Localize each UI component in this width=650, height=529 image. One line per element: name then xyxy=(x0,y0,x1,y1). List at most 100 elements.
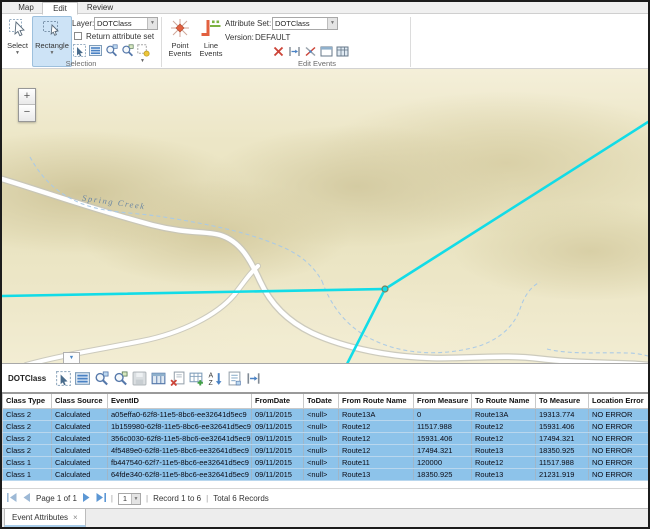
table-cell[interactable]: Calculated xyxy=(52,432,108,444)
table-cell[interactable]: <null> xyxy=(304,456,339,468)
table-cell[interactable]: Route13A xyxy=(472,408,536,420)
table-row[interactable]: Class 1Calculatedfb447540-62f7-11e5-8bc6… xyxy=(3,456,649,468)
table-cell[interactable]: Route13 xyxy=(339,468,414,480)
table-cell[interactable]: NO ERROR xyxy=(589,408,649,420)
table-cell[interactable]: Calculated xyxy=(52,468,108,480)
table-cell[interactable]: Calculated xyxy=(52,456,108,468)
column-header[interactable]: Location Error xyxy=(589,393,649,408)
tab-edit[interactable]: Edit xyxy=(42,2,78,15)
split-event-icon[interactable] xyxy=(288,45,301,60)
zoom-out-button[interactable]: − xyxy=(19,105,35,121)
table-cell[interactable]: 120000 xyxy=(414,456,472,468)
column-header[interactable]: EventID xyxy=(108,393,252,408)
table-row[interactable]: Class 2Calculated1b159980-62f8-11e5-8bc6… xyxy=(3,420,649,432)
page-number-dropdown[interactable]: 1 ▼ xyxy=(118,493,141,505)
table-cell[interactable]: 09/11/2015 xyxy=(252,420,304,432)
event-attributes-window-icon[interactable] xyxy=(320,45,333,60)
event-grid-window-icon[interactable] xyxy=(336,45,349,60)
zoom-in-button[interactable]: + xyxy=(19,89,35,105)
table-cell[interactable]: Route12 xyxy=(339,420,414,432)
table-cell[interactable]: <null> xyxy=(304,444,339,456)
table-cell[interactable]: Calculated xyxy=(52,408,108,420)
tab-review[interactable]: Review xyxy=(80,2,120,14)
table-cell[interactable]: Route12 xyxy=(472,432,536,444)
close-tab-icon[interactable]: × xyxy=(73,513,78,522)
line-events-button[interactable]: Line Events xyxy=(196,16,226,67)
table-cell[interactable]: Class 1 xyxy=(3,456,52,468)
table-cell[interactable]: NO ERROR xyxy=(589,420,649,432)
attribute-set-dropdown[interactable]: DOTClass ▼ xyxy=(272,17,338,30)
table-cell[interactable]: Route13 xyxy=(472,444,536,456)
column-header[interactable]: Class Type xyxy=(3,393,52,408)
table-row[interactable]: Class 2Calculated356c0030-62f8-11e5-8bc6… xyxy=(3,432,649,444)
merge-events-icon[interactable] xyxy=(304,45,317,60)
table-cell[interactable]: Class 2 xyxy=(3,420,52,432)
table-cell[interactable]: Calculated xyxy=(52,444,108,456)
clear-selection-icon[interactable] xyxy=(137,44,150,59)
table-cell[interactable]: NO ERROR xyxy=(589,432,649,444)
table-cell[interactable]: a05effa0-62f8-11e5-8bc6-ee32641d5ec9 xyxy=(108,408,252,420)
column-header[interactable]: ToDate xyxy=(304,393,339,408)
table-row[interactable]: Class 1Calculated64fde340-62f8-11e5-8bc6… xyxy=(3,468,649,480)
table-list-icon[interactable] xyxy=(75,371,90,386)
column-header[interactable]: From Measure xyxy=(414,393,472,408)
column-header[interactable]: From Route Name xyxy=(339,393,414,408)
table-cell[interactable]: NO ERROR xyxy=(589,456,649,468)
table-cell[interactable]: Class 2 xyxy=(3,432,52,444)
return-attribute-set-checkbox[interactable] xyxy=(74,32,82,40)
table-cell[interactable]: <null> xyxy=(304,432,339,444)
table-cell[interactable]: 4f5489e0-62f8-11e5-8bc6-ee32641d5ec9 xyxy=(108,444,252,456)
table-cell[interactable]: Calculated xyxy=(52,420,108,432)
layer-dropdown[interactable]: DOTClass ▼ xyxy=(94,17,158,30)
table-cell[interactable]: 09/11/2015 xyxy=(252,408,304,420)
table-cell[interactable]: 21231.919 xyxy=(536,468,589,480)
map-canvas[interactable]: Spring Creek + − ▼ xyxy=(2,69,648,364)
column-header[interactable]: To Route Name xyxy=(472,393,536,408)
table-cell[interactable]: 09/11/2015 xyxy=(252,456,304,468)
table-cell[interactable]: Class 2 xyxy=(3,408,52,420)
table-cell[interactable]: 09/11/2015 xyxy=(252,432,304,444)
panel-collapse-button[interactable]: ▼ xyxy=(63,352,80,364)
table-cell[interactable]: 15931.406 xyxy=(536,420,589,432)
zoom-to-selection-icon[interactable] xyxy=(105,44,118,59)
prev-page-button[interactable] xyxy=(22,493,31,504)
table-row[interactable]: Class 2Calculateda05effa0-62f8-11e5-8bc6… xyxy=(3,408,649,420)
table-cell[interactable]: Route12 xyxy=(339,444,414,456)
table-cell[interactable]: 18350.925 xyxy=(414,468,472,480)
switch-table-view-icon[interactable] xyxy=(151,371,166,386)
tab-map[interactable]: Map xyxy=(8,2,44,14)
table-cell[interactable]: 18350.925 xyxy=(536,444,589,456)
table-cell[interactable]: 0 xyxy=(414,408,472,420)
selection-list-icon[interactable] xyxy=(89,44,102,59)
tab-event-attributes[interactable]: Event Attributes × xyxy=(4,509,86,527)
layer-dropdown-arrow-icon[interactable]: ▼ xyxy=(147,18,157,29)
form-view-icon[interactable] xyxy=(227,371,242,386)
attribute-set-dropdown-arrow-icon[interactable]: ▼ xyxy=(327,18,337,29)
table-cell[interactable]: Route13 xyxy=(472,468,536,480)
table-cell[interactable]: 11517.988 xyxy=(536,456,589,468)
table-cell[interactable]: NO ERROR xyxy=(589,468,649,480)
table-cell[interactable]: Route12 xyxy=(339,432,414,444)
table-cell[interactable]: 356c0030-62f8-11e5-8bc6-ee32641d5ec9 xyxy=(108,432,252,444)
first-page-button[interactable] xyxy=(7,493,17,504)
delete-record-icon[interactable] xyxy=(170,371,185,386)
table-zoom-to-selection-icon[interactable] xyxy=(94,371,109,386)
page-number-dropdown-arrow-icon[interactable]: ▼ xyxy=(131,494,140,504)
table-cell[interactable]: Route13A xyxy=(339,408,414,420)
table-cell[interactable]: <null> xyxy=(304,420,339,432)
table-cell[interactable]: 17494.321 xyxy=(536,432,589,444)
table-cell[interactable]: <null> xyxy=(304,468,339,480)
table-cell[interactable]: Class 2 xyxy=(3,444,52,456)
table-cell[interactable]: Route12 xyxy=(472,420,536,432)
table-cell[interactable]: 11517.988 xyxy=(414,420,472,432)
table-cell[interactable]: Route12 xyxy=(472,456,536,468)
rectangle-dropdown-icon[interactable]: ▼ xyxy=(50,50,55,56)
table-cell[interactable]: 09/11/2015 xyxy=(252,468,304,480)
table-cell[interactable]: 1b159980-62f8-11e5-8bc6-ee32641d5ec9 xyxy=(108,420,252,432)
table-pan-to-selection-icon[interactable] xyxy=(113,371,128,386)
table-cell[interactable]: <null> xyxy=(304,408,339,420)
point-events-button[interactable]: Point Events xyxy=(165,16,195,67)
table-cell[interactable]: Class 1 xyxy=(3,468,52,480)
table-cell[interactable]: fb447540-62f7-11e5-8bc6-ee32641d5ec9 xyxy=(108,456,252,468)
last-page-button[interactable] xyxy=(96,493,106,504)
